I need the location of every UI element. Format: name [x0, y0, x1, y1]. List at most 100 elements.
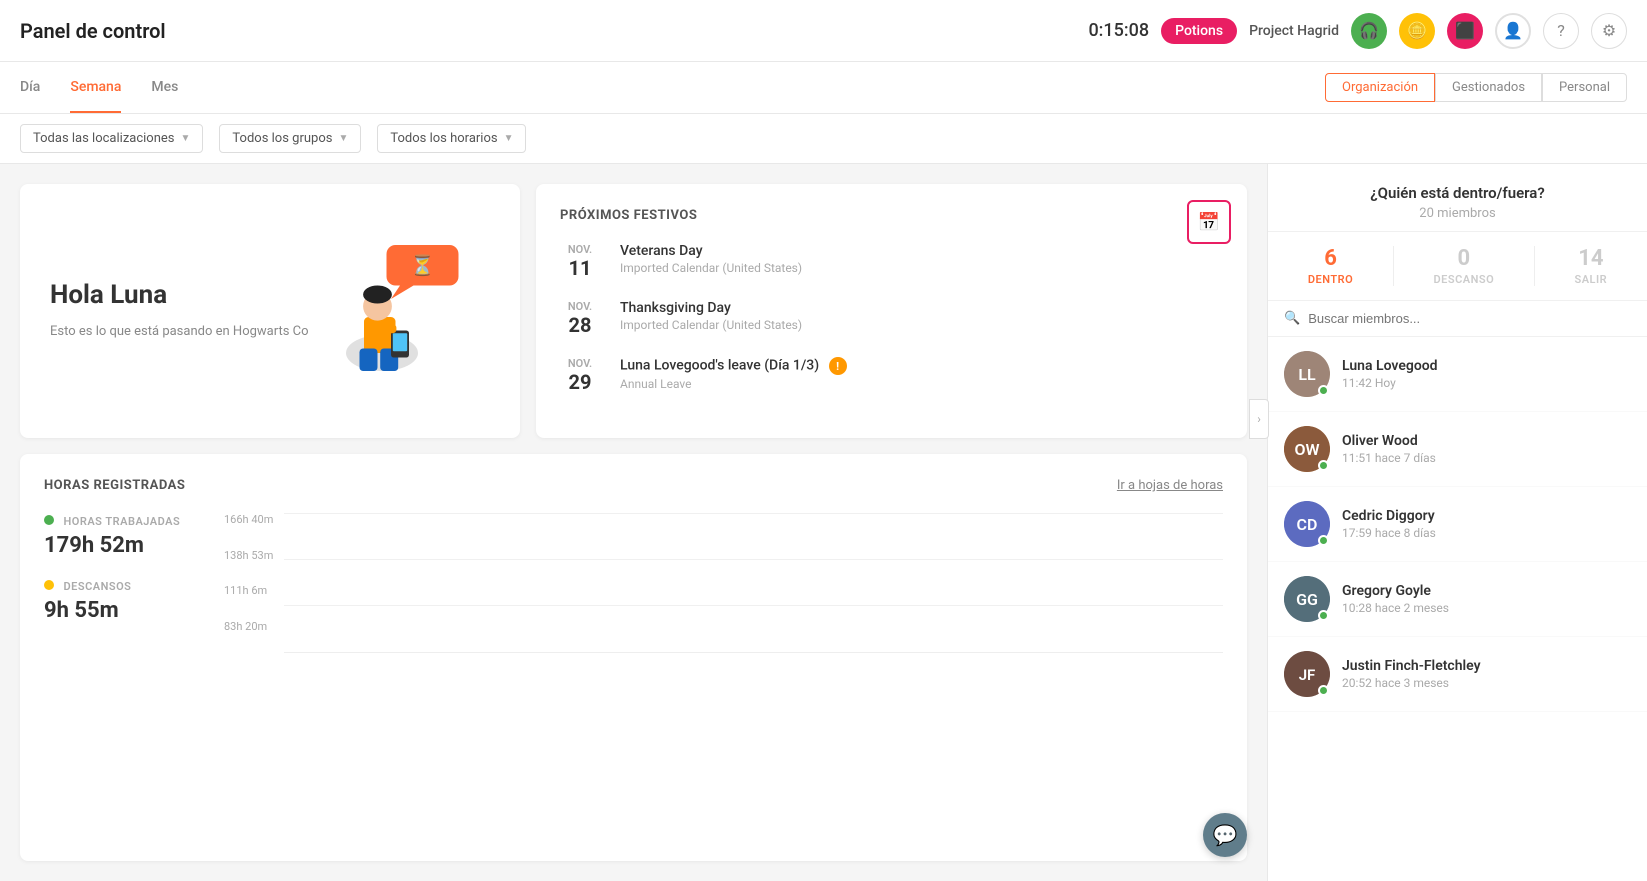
potions-badge[interactable]: Potions [1161, 18, 1237, 44]
panel-expand-button[interactable]: › [1249, 399, 1269, 439]
holiday-item: NOV. 29 Luna Lovegood's leave (Día 1/3) … [560, 357, 1223, 394]
tabs-bar: Día Semana Mes Organización Gestionados … [0, 62, 1647, 114]
status-indicator [1318, 685, 1329, 696]
panel-tabs: 6 DENTRO 0 DESCANSO 14 SALIR [1268, 232, 1647, 301]
tab-week[interactable]: Semana [70, 63, 121, 113]
member-item-justin[interactable]: JF Justin Finch-Fletchley 20:52 hace 3 m… [1268, 637, 1647, 712]
search-input[interactable] [1308, 311, 1631, 326]
y-label: 138h 53m [224, 549, 279, 562]
header: Panel de control 0:15:08 Potions Project… [0, 0, 1647, 62]
filter-groups[interactable]: Todos los grupos ▼ [219, 124, 361, 153]
filter-locations-label: Todas las localizaciones [33, 131, 175, 146]
settings-button[interactable]: ⚙ [1591, 13, 1627, 49]
member-item-oliver[interactable]: OW Oliver Wood 11:51 hace 7 días [1268, 412, 1647, 487]
breaks-label: DESCANSOS [63, 580, 131, 593]
y-label: 111h 6m [224, 584, 279, 597]
view-organization[interactable]: Organización [1325, 73, 1435, 102]
y-label: 83h 20m [224, 620, 279, 633]
tab-outside[interactable]: 14 SALIR [1575, 246, 1608, 286]
welcome-description: Esto es lo que está pasando en Hogwarts … [50, 322, 309, 342]
worked-label: HORAS TRABAJADAS [63, 515, 180, 528]
hours-header: HORAS REGISTRADAS Ir a hojas de horas [44, 478, 1223, 493]
holiday-date: NOV. 28 [560, 300, 600, 337]
holiday-date: NOV. 29 [560, 357, 600, 394]
inside-label: DENTRO [1308, 273, 1353, 286]
break-count: 0 [1433, 246, 1494, 271]
top-row: Hola Luna Esto es lo que está pasando en… [20, 184, 1247, 438]
filter-schedules-label: Todos los horarios [390, 131, 497, 146]
svg-text:JF: JF [1299, 666, 1316, 684]
filter-locations[interactable]: Todas las localizaciones ▼ [20, 124, 203, 153]
view-managed[interactable]: Gestionados [1435, 73, 1542, 102]
illustration-svg: ⏳ [310, 236, 490, 380]
holiday-item: NOV. 11 Veterans Day Imported Calendar (… [560, 243, 1223, 280]
stop-icon: ⬛ [1455, 21, 1475, 40]
stop-button[interactable]: ⬛ [1447, 13, 1483, 49]
upcoming-title: PRÓXIMOS FESTIVOS [560, 208, 1223, 223]
outside-count: 14 [1575, 246, 1608, 271]
holiday-info: Luna Lovegood's leave (Día 1/3) ! Annual… [620, 357, 847, 391]
svg-text:⏳: ⏳ [410, 254, 435, 277]
holiday-day: 29 [560, 370, 600, 394]
headphones-button[interactable]: 🎧 [1351, 13, 1387, 49]
panel-search: 🔍 [1268, 301, 1647, 337]
member-name: Luna Lovegood [1342, 358, 1438, 374]
tab-divider [1393, 246, 1394, 286]
project-name: Project Hagrid [1249, 23, 1339, 39]
member-name: Oliver Wood [1342, 433, 1436, 449]
holiday-month: NOV. [560, 357, 600, 370]
chevron-right-icon: › [1257, 412, 1261, 426]
member-time: 11:51 hace 7 días [1342, 451, 1436, 465]
breaks-dot [44, 580, 54, 590]
tab-month[interactable]: Mes [151, 63, 178, 113]
legend-breaks: DESCANSOS 9h 55m [44, 578, 194, 623]
member-item-gregory[interactable]: GG Gregory Goyle 10:28 hace 2 meses [1268, 562, 1647, 637]
holiday-name: Thanksgiving Day [620, 300, 802, 316]
tab-day[interactable]: Día [20, 63, 40, 113]
member-info: Luna Lovegood 11:42 Hoy [1342, 358, 1438, 390]
question-icon: ? [1557, 21, 1565, 40]
holiday-info: Thanksgiving Day Imported Calendar (Unit… [620, 300, 802, 332]
breaks-value: 9h 55m [44, 598, 194, 623]
member-item-luna[interactable]: LL Luna Lovegood 11:42 Hoy [1268, 337, 1647, 412]
outside-label: SALIR [1575, 273, 1608, 286]
holiday-day: 11 [560, 256, 600, 280]
avatar-wrap: JF [1284, 651, 1330, 697]
coin-button[interactable]: 🪙 [1399, 13, 1435, 49]
headphones-icon: 🎧 [1359, 21, 1379, 40]
holiday-source: Imported Calendar (United States) [620, 318, 802, 332]
worked-value: 179h 52m [44, 533, 194, 558]
header-right: 0:15:08 Potions Project Hagrid 🎧 🪙 ⬛ 👤 ?… [1088, 13, 1627, 49]
holiday-name: Luna Lovegood's leave (Día 1/3) ! [620, 357, 847, 375]
member-info: Oliver Wood 11:51 hace 7 días [1342, 433, 1436, 465]
worked-dot [44, 515, 54, 525]
calendar-icon-button[interactable]: 📅 [1187, 200, 1231, 244]
avatar-wrap: OW [1284, 426, 1330, 472]
welcome-text: Hola Luna Esto es lo que está pasando en… [50, 280, 309, 342]
member-time: 17:59 hace 8 días [1342, 526, 1436, 540]
chart-area: 166h 40m 138h 53m 111h 6m 83h 20m [224, 513, 1223, 653]
tab-break[interactable]: 0 DESCANSO [1433, 246, 1494, 286]
main-layout: Hola Luna Esto es lo que está pasando en… [0, 164, 1647, 881]
chat-button[interactable]: 💬 [1203, 813, 1247, 857]
member-time: 20:52 hace 3 meses [1342, 676, 1481, 690]
svg-text:GG: GG [1296, 590, 1318, 609]
content-area: Hola Luna Esto es lo que está pasando en… [0, 164, 1267, 881]
member-info: Justin Finch-Fletchley 20:52 hace 3 mese… [1342, 658, 1481, 690]
timer-display: 0:15:08 [1088, 20, 1149, 41]
panel-title: ¿Quién está dentro/fuera? [1288, 184, 1627, 202]
period-tabs: Día Semana Mes [20, 63, 178, 113]
hours-card: HORAS REGISTRADAS Ir a hojas de horas HO… [20, 454, 1247, 861]
member-name: Gregory Goyle [1342, 583, 1449, 599]
holiday-badge: ! [829, 357, 847, 375]
tab-inside[interactable]: 6 DENTRO [1308, 246, 1353, 286]
user-button[interactable]: 👤 [1495, 13, 1531, 49]
help-button[interactable]: ? [1543, 13, 1579, 49]
hours-link[interactable]: Ir a hojas de horas [1117, 478, 1223, 493]
view-buttons: Organización Gestionados Personal [1325, 73, 1627, 102]
filter-schedules[interactable]: Todos los horarios ▼ [377, 124, 526, 153]
member-item-cedric[interactable]: CD Cedric Diggory 17:59 hace 8 días [1268, 487, 1647, 562]
view-personal[interactable]: Personal [1542, 73, 1627, 102]
holiday-name: Veterans Day [620, 243, 802, 259]
svg-text:LL: LL [1298, 365, 1316, 384]
